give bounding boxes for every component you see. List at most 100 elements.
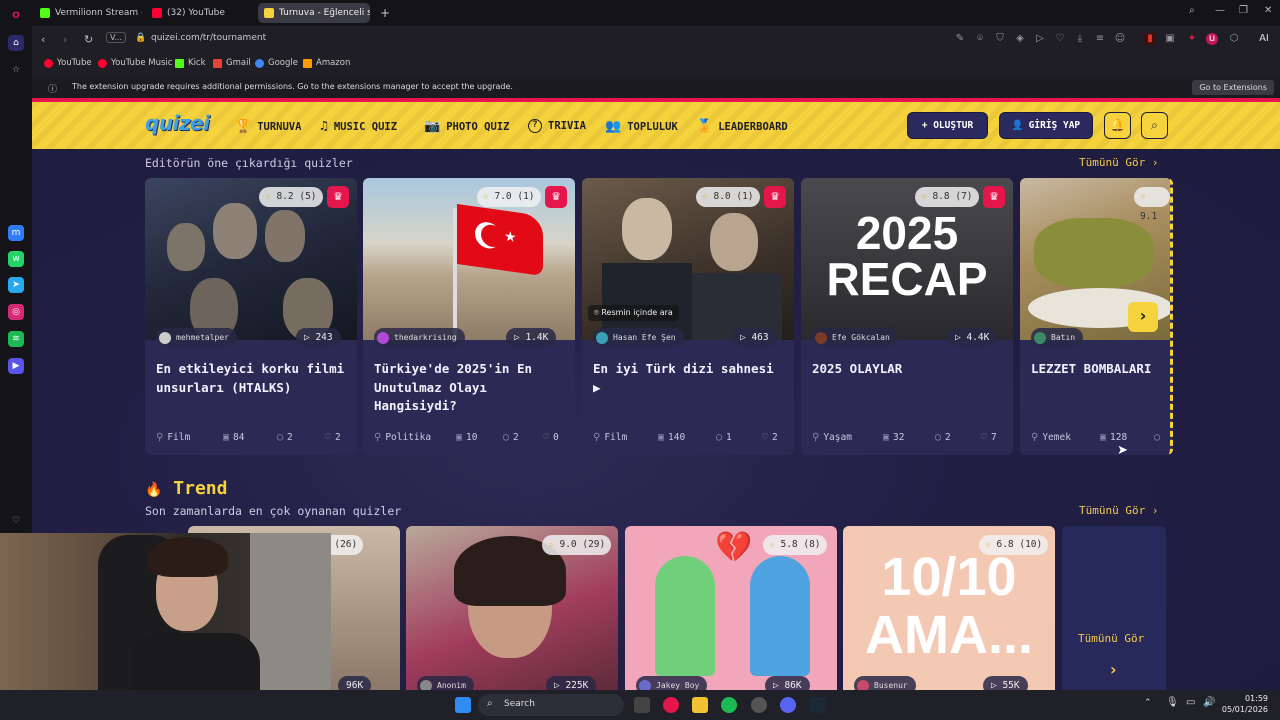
quiz-card[interactable]: ☆ 8.0 (1) ♛ ⌾ Resmin içinde ara Hasan Ef… bbox=[582, 178, 794, 455]
volume-icon[interactable]: 🔊 bbox=[1203, 697, 1215, 708]
rating-badge: ☆ 8.2 (5) bbox=[259, 187, 323, 207]
taskbar-clock[interactable]: 01:59 05/01/2026 bbox=[1222, 693, 1268, 715]
go-to-extensions-button[interactable]: Go to Extensions bbox=[1192, 80, 1274, 95]
edit-icon[interactable]: ✎ bbox=[954, 33, 966, 45]
create-button[interactable]: + OLUŞTUR bbox=[907, 112, 988, 139]
quiz-title[interactable]: En etkileyici korku filmi unsurları (HTA… bbox=[156, 360, 351, 397]
home-icon[interactable]: ⌂ bbox=[8, 35, 24, 51]
new-tab-button[interactable]: + bbox=[374, 3, 392, 23]
bookmark-google[interactable]: Google bbox=[255, 58, 298, 68]
download-icon[interactable]: ⤓ bbox=[1074, 33, 1086, 45]
bookmark-kick[interactable]: Kick bbox=[175, 58, 206, 68]
trend-card[interactable]: 💔 ☆ 5.8 (8) Jakey Boy ▷ 86K bbox=[625, 526, 837, 690]
heart-icon[interactable]: ♡ bbox=[1054, 33, 1066, 45]
tray-chevron-icon[interactable]: ⌃ bbox=[1144, 698, 1152, 708]
notifications-bell-icon[interactable]: 🔔 bbox=[1104, 112, 1131, 139]
nav-photo-quiz[interactable]: 📷 PHOTO QUIZ bbox=[424, 119, 509, 134]
taskbar-search[interactable]: ⌕ Search bbox=[478, 694, 624, 716]
quiz-card[interactable]: 2025 RECAP ☆ 8.8 (7) ♛ Efe Gökcalan ▷ 4.… bbox=[801, 178, 1013, 455]
author-chip[interactable]: mehmetalper bbox=[156, 328, 237, 347]
quiz-title[interactable]: En iyi Türk dizi sahnesi ▶ bbox=[593, 360, 788, 397]
author-chip[interactable]: Anonim bbox=[417, 676, 474, 690]
discord-taskbar-icon[interactable] bbox=[780, 697, 796, 713]
messenger-icon[interactable]: m bbox=[8, 225, 24, 241]
opera-logo-icon[interactable]: O bbox=[8, 8, 24, 24]
bookmark-amazon[interactable]: Amazon bbox=[303, 58, 350, 68]
opera-taskbar-icon[interactable] bbox=[663, 697, 679, 713]
profile-icon[interactable]: ☺ bbox=[1114, 33, 1126, 45]
nav-leaderboard[interactable]: 🏅 LEADERBOARD bbox=[696, 119, 788, 134]
trend-card[interactable]: ☆ 9.0 (29) Anonim ▷ 225K bbox=[406, 526, 618, 690]
url-field[interactable]: quizei.com/tr/tournament bbox=[151, 33, 266, 43]
telegram-icon[interactable]: ➤ bbox=[8, 277, 24, 293]
author-chip[interactable]: Busenur bbox=[854, 676, 916, 690]
whatsapp-icon[interactable]: w bbox=[8, 251, 24, 267]
vpn-badge[interactable]: V... bbox=[106, 32, 127, 43]
play-icon[interactable]: ▷ bbox=[1034, 33, 1046, 45]
carousel-next-button[interactable]: › bbox=[1128, 302, 1158, 332]
microphone-icon[interactable]: 🎙 bbox=[1166, 697, 1179, 708]
camera-icon[interactable]: ⌾ bbox=[974, 33, 986, 45]
visual-search-overlay[interactable]: ⌾ Resmin içinde ara bbox=[588, 305, 679, 321]
spotify-taskbar-icon[interactable] bbox=[721, 697, 737, 713]
heart-icon[interactable]: ♡ bbox=[8, 513, 24, 529]
file-explorer-icon[interactable] bbox=[692, 697, 708, 713]
author-chip[interactable]: Efe Gökcalan bbox=[812, 328, 898, 347]
maximize-icon[interactable]: ❐ bbox=[1239, 5, 1248, 16]
player-icon[interactable]: ▶ bbox=[8, 358, 24, 374]
shield-icon[interactable]: ⛉ bbox=[994, 33, 1006, 45]
close-window-icon[interactable]: ✕ bbox=[1264, 5, 1272, 16]
extension-icon[interactable]: ✦ bbox=[1186, 33, 1198, 45]
see-more-card[interactable]: Tümünü Gör › bbox=[1062, 526, 1166, 690]
quizei-logo[interactable]: quizei bbox=[145, 111, 210, 135]
task-view-icon[interactable] bbox=[634, 697, 650, 713]
author-chip[interactable]: Jakey Boy bbox=[636, 676, 708, 690]
quiz-card[interactable]: ☆ 9.1 › Batın LEZZET BOMBALARI ⚲ Yemek ▣ 1… bbox=[1020, 178, 1173, 455]
extension-icon[interactable]: ⬡ bbox=[1228, 33, 1240, 45]
menu-icon[interactable]: ≡ bbox=[1094, 33, 1106, 45]
forward-icon[interactable]: › bbox=[63, 33, 67, 46]
nav-trivia[interactable]: ? TRIVIA bbox=[528, 119, 586, 133]
instagram-icon[interactable]: ◎ bbox=[8, 304, 24, 320]
extension-icon[interactable]: ▣ bbox=[1164, 33, 1176, 45]
steam-taskbar-icon[interactable] bbox=[809, 697, 825, 713]
extension-icon[interactable]: u bbox=[1206, 33, 1218, 45]
tab-kick[interactable]: Vermilionn Stream - Watc bbox=[34, 3, 142, 23]
spotify-icon[interactable]: ≋ bbox=[8, 331, 24, 347]
tab-quizei[interactable]: Turnuva - Eğlenceli seçim bbox=[258, 3, 370, 23]
quiz-title[interactable]: LEZZET BOMBALARI bbox=[1031, 360, 1170, 379]
nav-topluluk[interactable]: 👥 TOPLULUK bbox=[605, 119, 678, 134]
cube-icon[interactable]: ◈ bbox=[1014, 33, 1026, 45]
ai-icon[interactable]: AI bbox=[1254, 33, 1274, 45]
bookmark-star-icon[interactable]: ☆ bbox=[8, 62, 24, 78]
author-chip[interactable]: Hasan Efe Şen bbox=[593, 328, 684, 347]
site-info-icon[interactable]: 🔒 bbox=[135, 33, 146, 43]
bookmark-gmail[interactable]: Gmail bbox=[213, 58, 251, 68]
bookmark-youtube-music[interactable]: YouTube Music bbox=[98, 58, 172, 68]
author-chip[interactable]: Batın bbox=[1031, 328, 1084, 347]
nav-turnuva[interactable]: 🏆 TURNUVA bbox=[235, 119, 301, 134]
star-icon: ☆ bbox=[921, 191, 927, 202]
extension-icon[interactable]: ▮ bbox=[1144, 33, 1156, 45]
app-taskbar-icon[interactable] bbox=[751, 697, 767, 713]
trend-card[interactable]: 10/10 AMA... ☆ 6.8 (10) Busenur ▷ 55K bbox=[843, 526, 1055, 690]
play-count: 96K bbox=[338, 676, 372, 690]
login-button[interactable]: 👤 GİRİŞ YAP bbox=[999, 112, 1093, 139]
search-tabs-icon[interactable]: ⌕ bbox=[1189, 5, 1195, 16]
bookmark-youtube[interactable]: YouTube bbox=[44, 58, 92, 68]
quiz-title[interactable]: 2025 OLAYLAR bbox=[812, 360, 1007, 379]
minimize-icon[interactable]: — bbox=[1215, 5, 1225, 16]
reload-icon[interactable]: ↻ bbox=[84, 33, 93, 46]
quiz-card[interactable]: ★ ☆ 7.0 (1) ♛ thedarkrising ▷ 1.4K Türki… bbox=[363, 178, 575, 455]
windows-start-icon[interactable] bbox=[455, 697, 471, 713]
back-icon[interactable]: ‹ bbox=[41, 33, 45, 46]
network-icon[interactable]: ▭ bbox=[1186, 697, 1195, 708]
quiz-card[interactable]: ☆ 8.2 (5) ♛ mehmetalper ▷ 243 En etkiley… bbox=[145, 178, 357, 455]
trend-see-all-link[interactable]: Tümünü Gör › bbox=[1079, 504, 1158, 517]
nav-music-quiz[interactable]: ♫ MUSIC QUIZ bbox=[320, 119, 397, 134]
author-chip[interactable]: thedarkrising bbox=[374, 328, 465, 347]
editors-see-all-link[interactable]: Tümünü Gör › bbox=[1079, 156, 1158, 169]
tab-youtube[interactable]: (32) YouTube bbox=[146, 3, 254, 23]
quiz-title[interactable]: Türkiye'de 2025'in En Unutulmaz Olayı Ha… bbox=[374, 360, 569, 416]
search-icon[interactable]: ⌕ bbox=[1141, 112, 1168, 139]
